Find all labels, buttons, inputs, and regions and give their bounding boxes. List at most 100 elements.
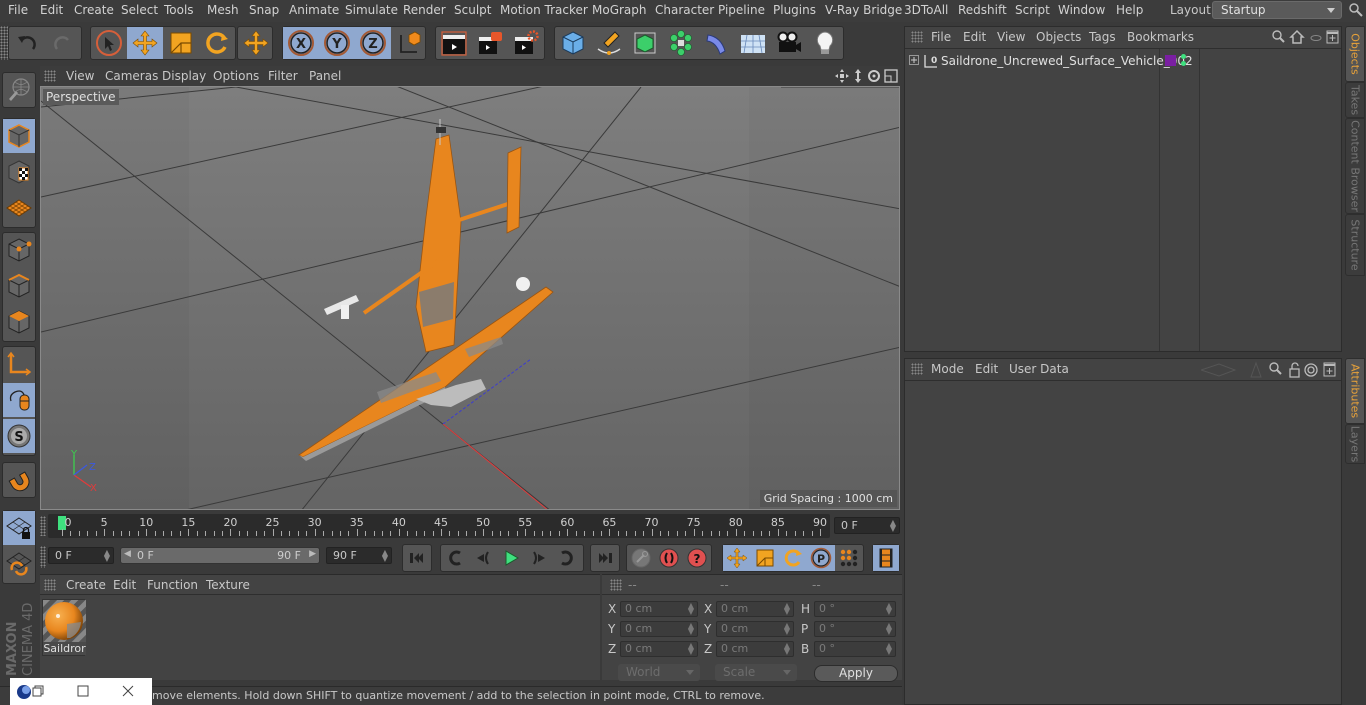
spinner-icon[interactable]: ▲ ▼ — [104, 549, 110, 563]
apply-button[interactable]: Apply — [814, 665, 898, 682]
pos-x-field[interactable]: 0 cm ▲ ▼ — [620, 601, 698, 617]
snap-button[interactable] — [3, 463, 35, 497]
coordinate-grip[interactable] — [610, 579, 622, 591]
play-button[interactable] — [497, 545, 525, 571]
menu-help[interactable]: Help — [1116, 3, 1143, 17]
home-icon[interactable] — [1289, 29, 1305, 44]
previous-key-button[interactable] — [441, 545, 469, 571]
points-mode-button[interactable] — [3, 233, 35, 267]
record-scale-button[interactable] — [751, 545, 779, 571]
size-z-field[interactable]: 0 cm ▲ ▼ — [716, 641, 794, 657]
spinner-icon[interactable]: ▲ ▼ — [382, 549, 388, 563]
record-rotation-button[interactable] — [779, 545, 807, 571]
expand-icon[interactable] — [909, 55, 919, 65]
viewport-menu-display[interactable]: Display — [162, 69, 206, 83]
pos-z-field[interactable]: 0 cm ▲ ▼ — [620, 641, 698, 657]
menu-render[interactable]: Render — [403, 3, 446, 17]
edges-mode-button[interactable] — [3, 269, 35, 303]
search-icon[interactable] — [1269, 362, 1282, 375]
close-icon[interactable] — [122, 685, 134, 697]
object-name[interactable]: Saildrone_Uncrewed_Surface_Vehicle_002 — [941, 54, 1193, 68]
render-settings-button[interactable] — [508, 27, 544, 59]
search-icon[interactable] — [1272, 30, 1285, 43]
menu-mesh[interactable]: Mesh — [207, 3, 239, 17]
next-frame-button[interactable] — [525, 545, 553, 571]
render-visibility-dot[interactable] — [1181, 61, 1186, 66]
menu-tools[interactable]: Tools — [164, 3, 194, 17]
size-x-field[interactable]: 0 cm ▲ ▼ — [716, 601, 794, 617]
material-swatch[interactable]: Saildror — [42, 599, 86, 656]
coordinate-mode-dropdown[interactable]: World — [618, 664, 700, 681]
dolly-icon[interactable] — [855, 69, 861, 83]
material-menu-texture[interactable]: Texture — [206, 578, 250, 592]
editor-visibility-dot[interactable] — [1181, 54, 1186, 59]
camera-button[interactable] — [771, 27, 807, 59]
menu-select[interactable]: Select — [121, 3, 158, 17]
live-selection-button[interactable] — [91, 27, 127, 59]
viewport-menu-options[interactable]: Options — [213, 69, 259, 83]
pos-y-field[interactable]: 0 cm ▲ ▼ — [620, 621, 698, 637]
spinner-icon[interactable]: ▲ ▼ — [886, 622, 892, 636]
tab-layers[interactable]: Layers — [1345, 424, 1365, 464]
rot-h-field[interactable]: 0 ° ▲ ▼ — [814, 601, 896, 617]
undo-button[interactable] — [9, 27, 45, 59]
om-menu-edit[interactable]: Edit — [963, 30, 986, 44]
tab-attributes[interactable]: Attributes — [1345, 358, 1365, 424]
spinner-icon[interactable]: ▲ ▼ — [886, 602, 892, 616]
rotate-tool-button[interactable] — [199, 27, 235, 59]
layout-dropdown[interactable]: Startup — [1212, 1, 1342, 19]
record-parameter-button[interactable]: P — [807, 545, 835, 571]
menu-create[interactable]: Create — [74, 3, 114, 17]
rot-b-field[interactable]: 0 ° ▲ ▼ — [814, 641, 896, 657]
search-icon[interactable] — [1348, 2, 1364, 18]
material-menu-edit[interactable]: Edit — [113, 578, 136, 592]
texture-mode-button[interactable] — [3, 155, 35, 189]
layer-color-swatch[interactable] — [1165, 55, 1176, 66]
timeline-window-button[interactable] — [873, 545, 899, 571]
om-menu-file[interactable]: File — [931, 30, 951, 44]
cloner-button[interactable] — [663, 27, 699, 59]
tab-content-browser[interactable]: Content Browser — [1345, 118, 1365, 214]
menu-mograph[interactable]: MoGraph — [592, 3, 647, 17]
timeline-ruler[interactable]: 0 5 10 15 20 25 30 35 40 45 50 55 60 65 70 75 80 85 90 — [48, 514, 830, 538]
make-editable-button[interactable] — [3, 73, 35, 107]
menu-vray-bridge[interactable]: V-Ray Bridge — [825, 3, 902, 17]
menu-3dtoall[interactable]: 3DToAll — [904, 3, 948, 17]
menu-script[interactable]: Script — [1015, 3, 1050, 17]
size-mode-dropdown[interactable]: Scale — [715, 664, 797, 681]
coordinate-system-button[interactable] — [391, 27, 427, 59]
subdivision-surface-button[interactable] — [627, 27, 663, 59]
light-button[interactable] — [807, 27, 843, 59]
om-menu-tags[interactable]: Tags — [1089, 30, 1116, 44]
viewport-menu-filter[interactable]: Filter — [268, 69, 298, 83]
go-to-start-button[interactable] — [403, 545, 431, 571]
material-grip[interactable] — [44, 579, 56, 591]
back-icon[interactable] — [1201, 363, 1237, 377]
object-row[interactable]: 0 Saildrone_Uncrewed_Surface_Vehicle_002 — [905, 51, 1341, 71]
end-frame-field[interactable]: 90 F ▲ ▼ — [326, 547, 392, 564]
render-view-button[interactable] — [436, 27, 472, 59]
menu-file[interactable]: File — [8, 3, 28, 17]
viewport-menu-panel[interactable]: Panel — [309, 69, 341, 83]
spinner-icon[interactable]: ▲ ▼ — [784, 602, 790, 616]
render-picture-viewer-button[interactable] — [472, 27, 508, 59]
spinner-icon[interactable]: ▲ ▼ — [688, 602, 694, 616]
viewport-grip[interactable] — [44, 70, 56, 82]
timeline-grip[interactable] — [40, 516, 46, 536]
record-pla-button[interactable] — [835, 545, 863, 571]
menu-animate[interactable]: Animate — [289, 3, 339, 17]
menu-character[interactable]: Character — [655, 3, 714, 17]
menu-window[interactable]: Window — [1058, 3, 1105, 17]
target-icon[interactable] — [1304, 363, 1318, 377]
previous-frame-button[interactable] — [469, 545, 497, 571]
floor-button[interactable] — [735, 27, 771, 59]
keyframe-selection-button[interactable]: ? — [683, 545, 711, 571]
z-axis-lock-button[interactable]: Z — [355, 27, 391, 59]
om-menu-objects[interactable]: Objects — [1036, 30, 1081, 44]
spinner-icon[interactable]: ▲ ▼ — [890, 519, 896, 533]
spinner-icon[interactable]: ▲ ▼ — [688, 642, 694, 656]
spinner-icon[interactable]: ▲ ▼ — [886, 642, 892, 656]
tab-structure[interactable]: Structure — [1345, 214, 1365, 276]
toggle-icon[interactable] — [1310, 35, 1322, 41]
maximize-view-icon[interactable] — [884, 69, 898, 83]
